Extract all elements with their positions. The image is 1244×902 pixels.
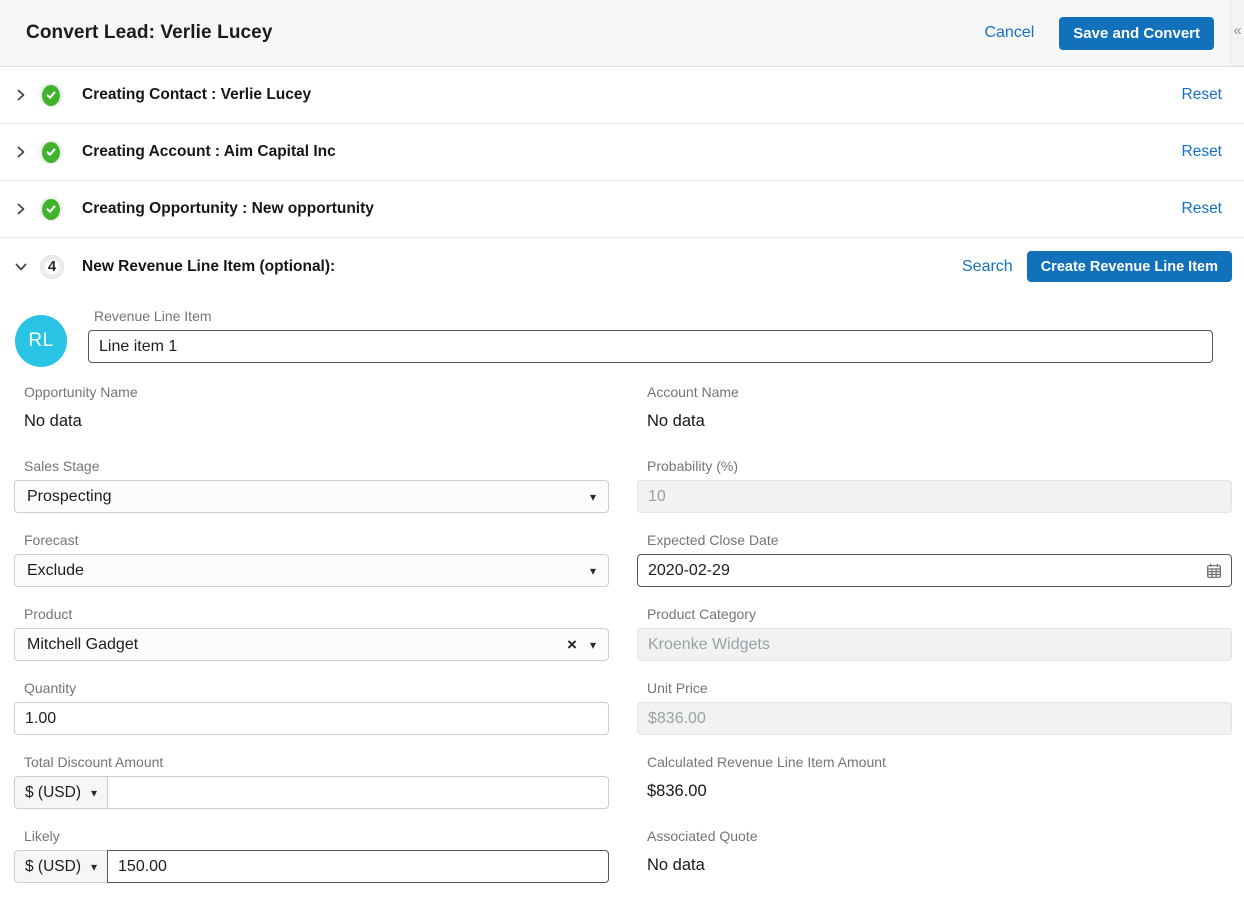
likely-amount-input[interactable] [107, 850, 609, 883]
clear-icon[interactable]: × [567, 636, 577, 653]
caret-down-icon: ▾ [91, 787, 97, 799]
total-discount-amount-input[interactable] [107, 776, 609, 809]
record-name-row: RL Revenue Line Item [0, 295, 1244, 367]
field-calculated-amount: Calculated Revenue Line Item Amount $836… [637, 754, 1232, 828]
chevron-right-icon [16, 88, 26, 102]
side-panel-rail: « [1230, 0, 1244, 67]
convert-steps: Creating Contact : Verlie Lucey Reset Cr… [0, 67, 1244, 295]
caret-down-icon: ▾ [590, 565, 596, 577]
step-complete-icon [39, 140, 63, 164]
field-likely: Likely $ (USD) ▾ [14, 828, 609, 902]
field-label: Forecast [24, 532, 609, 549]
account-name-value: No data [647, 410, 1232, 432]
step-title: Creating Opportunity : New opportunity [82, 200, 374, 218]
caret-down-icon: ▾ [91, 861, 97, 873]
currency-value: $ (USD) [25, 858, 81, 876]
calculated-amount-value: $836.00 [647, 780, 1232, 802]
field-label: Expected Close Date [647, 532, 1232, 549]
field-label: Quantity [24, 680, 609, 697]
step-complete-icon [39, 197, 63, 221]
step-title: Creating Contact : Verlie Lucey [82, 86, 311, 104]
field-label: Total Discount Amount [24, 754, 609, 771]
field-expected-close-date: Expected Close Date [637, 532, 1232, 606]
revenue-line-item-form: RL Revenue Line Item Opportunity Name No… [0, 295, 1244, 902]
field-label: Associated Quote [647, 828, 1232, 845]
revenue-line-item-input[interactable] [88, 330, 1213, 363]
collapse-panel-icon[interactable]: « [1233, 22, 1241, 66]
field-product-category: Product Category [637, 606, 1232, 680]
step-title: Creating Account : Aim Capital Inc [82, 143, 336, 161]
field-opportunity-name: Opportunity Name No data [14, 384, 609, 458]
step-title: New Revenue Line Item (optional): [82, 258, 335, 276]
field-total-discount-amount: Total Discount Amount $ (USD) ▾ [14, 754, 609, 828]
field-sales-stage: Sales Stage Prospecting ▾ [14, 458, 609, 532]
sales-stage-select[interactable]: Prospecting ▾ [14, 480, 609, 513]
calendar-icon[interactable] [1206, 563, 1222, 579]
associated-quote-value: No data [647, 854, 1232, 876]
product-select[interactable]: Mitchell Gadget × ▾ [14, 628, 609, 661]
cancel-button[interactable]: Cancel [984, 24, 1034, 42]
save-and-convert-button[interactable]: Save and Convert [1059, 17, 1214, 50]
field-label: Likely [24, 828, 609, 845]
field-forecast: Forecast Exclude ▾ [14, 532, 609, 606]
fields-grid: Opportunity Name No data Account Name No… [14, 384, 1232, 902]
field-quantity: Quantity [14, 680, 609, 754]
field-label: Sales Stage [24, 458, 609, 475]
reset-creating-account-link[interactable]: Reset [1182, 143, 1223, 161]
caret-down-icon: ▾ [590, 639, 596, 651]
reset-creating-opportunity-link[interactable]: Reset [1182, 200, 1223, 218]
likely-currency-select[interactable]: $ (USD) ▾ [14, 850, 108, 883]
caret-down-icon: ▾ [590, 491, 596, 503]
step-row-creating-contact[interactable]: Creating Contact : Verlie Lucey Reset [0, 67, 1244, 124]
field-label: Unit Price [647, 680, 1232, 697]
step-row-creating-account[interactable]: Creating Account : Aim Capital Inc Reset [0, 124, 1244, 181]
forecast-select[interactable]: Exclude ▾ [14, 554, 609, 587]
chevron-right-icon [16, 202, 26, 216]
step-number-badge: 4 [41, 256, 63, 278]
avatar: RL [15, 315, 67, 367]
search-link[interactable]: Search [962, 258, 1013, 276]
field-label: Product Category [647, 606, 1232, 623]
field-product: Product Mitchell Gadget × ▾ [14, 606, 609, 680]
product-category-input [637, 628, 1232, 661]
header-actions: Cancel Save and Convert [984, 17, 1214, 50]
sales-stage-value: Prospecting [27, 488, 112, 506]
opportunity-name-value: No data [24, 410, 609, 432]
expected-close-date-input[interactable] [637, 554, 1232, 587]
field-label: Opportunity Name [24, 384, 609, 401]
field-label: Calculated Revenue Line Item Amount [647, 754, 1232, 771]
field-associated-quote: Associated Quote No data [637, 828, 1232, 902]
page-title: Convert Lead: Verlie Lucey [26, 22, 273, 44]
total-discount-currency-select[interactable]: $ (USD) ▾ [14, 776, 108, 809]
step-row-creating-opportunity[interactable]: Creating Opportunity : New opportunity R… [0, 181, 1244, 238]
currency-value: $ (USD) [25, 784, 81, 802]
quantity-input[interactable] [14, 702, 609, 735]
probability-input [637, 480, 1232, 513]
field-label: Product [24, 606, 609, 623]
field-label: Probability (%) [647, 458, 1232, 475]
chevron-down-icon [14, 262, 28, 272]
product-value: Mitchell Gadget [27, 636, 138, 654]
step-row-revenue-line-item[interactable]: 4 New Revenue Line Item (optional): Sear… [0, 238, 1244, 295]
chevron-right-icon [16, 145, 26, 159]
page-header: Convert Lead: Verlie Lucey Cancel Save a… [0, 0, 1244, 67]
revenue-line-item-label: Revenue Line Item [94, 308, 1213, 325]
forecast-value: Exclude [27, 562, 84, 580]
step4-actions: Search Create Revenue Line Item [962, 251, 1232, 282]
create-revenue-line-item-button[interactable]: Create Revenue Line Item [1027, 251, 1232, 282]
reset-creating-contact-link[interactable]: Reset [1182, 86, 1223, 104]
field-unit-price: Unit Price [637, 680, 1232, 754]
field-probability: Probability (%) [637, 458, 1232, 532]
step-complete-icon [39, 83, 63, 107]
field-label: Account Name [647, 384, 1232, 401]
field-account-name: Account Name No data [637, 384, 1232, 458]
unit-price-input [637, 702, 1232, 735]
